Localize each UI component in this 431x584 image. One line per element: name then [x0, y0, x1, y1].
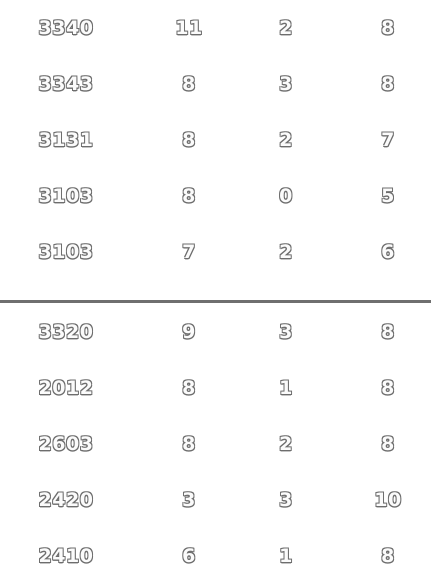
table-cell: 7: [381, 129, 395, 151]
table-cell: 2: [279, 129, 293, 151]
table-row: 3340 11 2 8: [0, 0, 431, 56]
table-cell: 7: [182, 241, 196, 263]
table-cell: 6: [182, 545, 196, 567]
table-cell: 3: [279, 489, 293, 511]
table-cell: 9: [182, 321, 196, 343]
table-cell: 1: [279, 545, 293, 567]
score-table-bottom-group: 3320 9 3 8 2012 8 1 8 2603 8 2 8 2420 3 3 10 2410 6 1 8: [0, 304, 431, 584]
table-cell: 8: [182, 129, 196, 151]
table-cell: 3320: [38, 321, 94, 343]
table-cell: 8: [381, 545, 395, 567]
table-row: 3103 8 0 5: [0, 168, 431, 224]
table-cell: 8: [381, 73, 395, 95]
score-table-top-group: 3340 11 2 8 3343 8 3 8 3131 8 2 7 3103 8 0 5 3103 7 2 6: [0, 0, 431, 280]
table-cell: 8: [381, 17, 395, 39]
table-cell: 8: [381, 321, 395, 343]
table-row: 3131 8 2 7: [0, 112, 431, 168]
table-cell: 3103: [38, 185, 94, 207]
table-cell: 2410: [38, 545, 94, 567]
table-cell: 2: [279, 17, 293, 39]
table-cell: 8: [381, 433, 395, 455]
table-cell: 11: [175, 17, 203, 39]
table-row: 3343 8 3 8: [0, 56, 431, 112]
table-cell: 5: [381, 185, 395, 207]
table-cell: 3340: [38, 17, 94, 39]
table-cell: 2012: [38, 377, 94, 399]
table-cell: 2420: [38, 489, 94, 511]
table-cell: 3: [279, 321, 293, 343]
table-cell: 2: [279, 433, 293, 455]
table-cell: 8: [381, 377, 395, 399]
table-cell: 2: [279, 241, 293, 263]
table-cell: 6: [381, 241, 395, 263]
section-divider: [0, 300, 431, 303]
table-cell: 3131: [38, 129, 94, 151]
table-row: 2012 8 1 8: [0, 360, 431, 416]
table-cell: 8: [182, 185, 196, 207]
table-cell: 3103: [38, 241, 94, 263]
table-cell: 3: [279, 73, 293, 95]
table-cell: 2603: [38, 433, 94, 455]
table-row: 3320 9 3 8: [0, 304, 431, 360]
table-row: 2603 8 2 8: [0, 416, 431, 472]
table-cell: 10: [374, 489, 402, 511]
table-row: 2410 6 1 8: [0, 528, 431, 584]
table-cell: 8: [182, 433, 196, 455]
table-row: 2420 3 3 10: [0, 472, 431, 528]
table-cell: 1: [279, 377, 293, 399]
table-cell: 3: [182, 489, 196, 511]
table-row: 3103 7 2 6: [0, 224, 431, 280]
table-cell: 8: [182, 377, 196, 399]
table-cell: 0: [279, 185, 293, 207]
table-cell: 3343: [38, 73, 94, 95]
table-cell: 8: [182, 73, 196, 95]
